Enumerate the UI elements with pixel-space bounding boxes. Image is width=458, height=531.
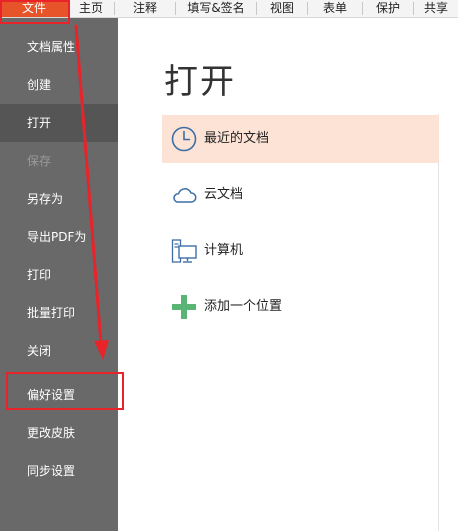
tab-share[interactable]: 共享 — [414, 0, 458, 17]
location-recent-documents[interactable]: 最近的文档 — [162, 115, 439, 163]
tab-protect[interactable]: 保护 — [363, 0, 413, 17]
plus-icon — [170, 293, 198, 321]
tab-home[interactable]: 主页 — [68, 0, 114, 17]
clock-icon — [170, 125, 198, 153]
location-cloud-documents[interactable]: 云文档 — [162, 171, 439, 219]
sidebar-item-export-pdf[interactable]: 导出PDF为 — [0, 218, 118, 256]
sidebar-item-open[interactable]: 打开 — [0, 104, 118, 142]
location-label: 添加一个位置 — [204, 299, 283, 314]
sidebar-item-batch-print[interactable]: 批量打印 — [0, 294, 118, 332]
location-computer[interactable]: 计算机 — [162, 227, 439, 275]
location-label: 云文档 — [204, 187, 244, 202]
open-panel: 打开 最近的文档 云文档 计算机 添加一个位置 — [118, 18, 458, 531]
sidebar-item-create[interactable]: 创建 — [0, 66, 118, 104]
location-label: 计算机 — [204, 243, 244, 258]
tab-annotate[interactable]: 注释 — [115, 0, 175, 17]
annotation-highlight-preferences — [6, 372, 124, 410]
sidebar-item-document-properties[interactable]: 文档属性 — [0, 28, 118, 66]
file-sidebar: 文档属性 创建 打开 保存 另存为 导出PDF为 打印 批量打印 关闭 偏好设置… — [0, 18, 118, 531]
location-label: 最近的文档 — [204, 131, 270, 146]
sidebar-item-sync-settings[interactable]: 同步设置 — [0, 452, 118, 490]
annotation-highlight-file-tab — [0, 0, 70, 24]
sidebar-item-change-skin[interactable]: 更改皮肤 — [0, 414, 118, 452]
location-add-place[interactable]: 添加一个位置 — [162, 283, 439, 331]
tab-form[interactable]: 表单 — [308, 0, 362, 17]
tab-fill-sign[interactable]: 填写&签名 — [176, 0, 256, 17]
sidebar-item-save: 保存 — [27, 154, 52, 168]
page-title: 打开 — [164, 62, 236, 102]
tab-view[interactable]: 视图 — [257, 0, 307, 17]
sidebar-item-save-as[interactable]: 另存为 — [0, 180, 118, 218]
cloud-icon — [170, 181, 198, 209]
computer-icon — [170, 237, 198, 265]
sidebar-item-print[interactable]: 打印 — [0, 256, 118, 294]
sidebar-item-close[interactable]: 关闭 — [0, 332, 118, 370]
